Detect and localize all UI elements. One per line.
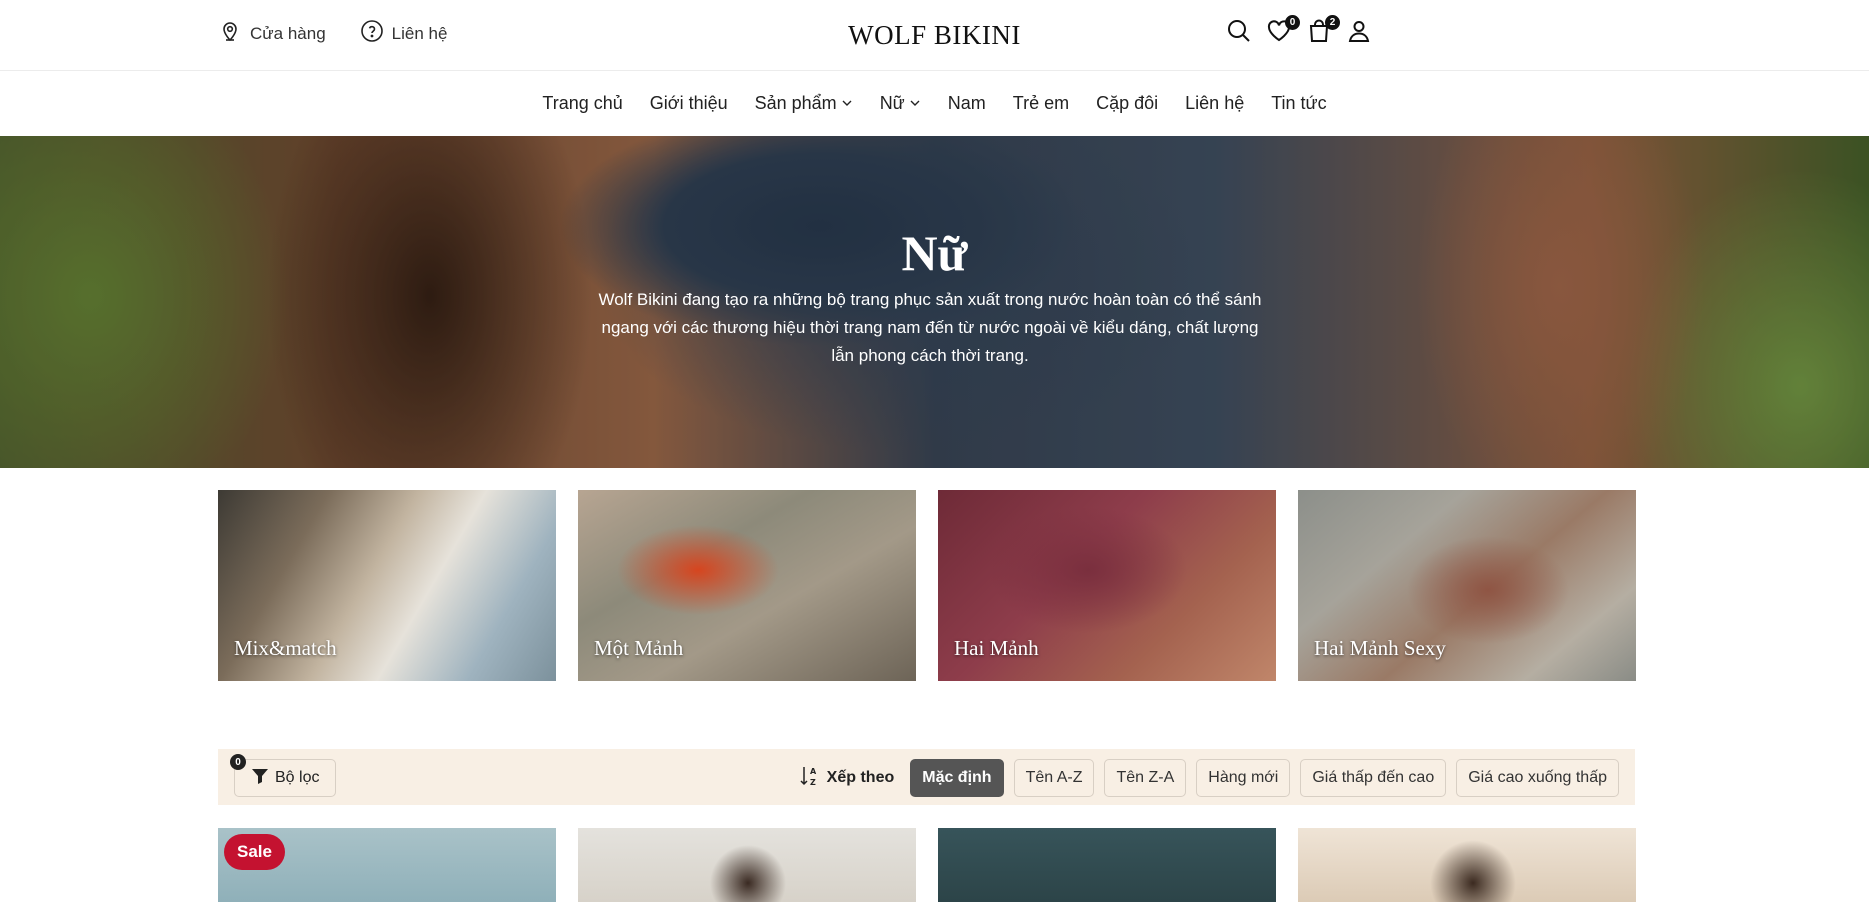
product-card[interactable] [578, 828, 916, 902]
nav-item-about[interactable]: Giới thiệu [650, 93, 728, 114]
filter-funnel-icon [251, 767, 269, 790]
nav-item-kids[interactable]: Trẻ em [1013, 93, 1069, 114]
chevron-down-icon [841, 93, 853, 114]
category-label: Hai Mảnh Sexy [1314, 636, 1446, 660]
page-title: Nữ [901, 225, 968, 281]
account-button[interactable] [1346, 18, 1372, 44]
header-actions: 0 2 [1226, 15, 1372, 44]
svg-text:Z: Z [810, 778, 816, 787]
sort-options: A Z Xếp theo Mặc định Tên A-Z Tên Z-A Hà… [799, 759, 1619, 797]
sort-option-price-asc[interactable]: Giá thấp đến cao [1300, 759, 1447, 797]
wishlist-count-badge: 0 [1285, 15, 1300, 30]
nav-item-home[interactable]: Trang chủ [542, 93, 622, 114]
chevron-down-icon [909, 93, 921, 114]
category-label: Một Mảnh [594, 636, 684, 660]
filter-sort-bar: Bộ lọc 0 A Z Xếp theo Mặc định Tên A-Z T… [218, 749, 1635, 805]
hero-description: Wolf Bikini đang tạo ra những bộ trang p… [598, 290, 1262, 365]
nav-item-news[interactable]: Tin tức [1271, 93, 1326, 114]
search-button[interactable] [1226, 18, 1252, 44]
nav-item-label: Sản phẩm [754, 92, 837, 113]
site-logo[interactable]: WOLF BIKINI [0, 20, 1869, 51]
sort-label-text: Xếp theo [826, 769, 895, 786]
nav-item-label: Tin tức [1271, 92, 1327, 113]
heart-icon [1266, 20, 1292, 48]
nav-item-label: Trang chủ [542, 92, 623, 113]
nav-item-women[interactable]: Nữ [880, 93, 921, 114]
product-card[interactable]: Sale [218, 828, 556, 902]
svg-text:A: A [810, 767, 817, 776]
cart-button[interactable]: 2 [1306, 15, 1340, 44]
nav-item-label: Giới thiệu [649, 92, 728, 113]
nav-item-products[interactable]: Sản phẩm [755, 93, 853, 114]
nav-item-contact[interactable]: Liên hệ [1185, 93, 1244, 114]
category-card-mix-match[interactable]: Mix&match [218, 490, 556, 681]
product-card[interactable] [1298, 828, 1636, 902]
filter-button-label: Bộ lọc [275, 769, 320, 786]
sort-option-name-asc[interactable]: Tên A-Z [1013, 759, 1095, 797]
main-nav: Trang chủ Giới thiệu Sản phẩm Nữ Nam Trẻ… [0, 71, 1869, 135]
sort-option-name-desc[interactable]: Tên Z-A [1104, 759, 1187, 797]
top-header: Cửa hàng Liên hệ WOLF BIKINI 0 2 [0, 0, 1869, 71]
nav-item-label: Cặp đôi [1096, 92, 1159, 113]
category-card-two-piece[interactable]: Hai Mảnh [938, 490, 1276, 681]
shopping-bag-icon [1306, 19, 1332, 48]
hero-banner: Nữ Wolf Bikini đang tạo ra những bộ tran… [0, 136, 1869, 468]
sort-option-default[interactable]: Mặc định [910, 759, 1004, 797]
filter-button[interactable]: Bộ lọc [234, 759, 337, 797]
category-card-two-piece-sexy[interactable]: Hai Mảnh Sexy [1298, 490, 1636, 681]
category-grid: Mix&match Một Mảnh Hai Mảnh Hai Mảnh Sex… [218, 490, 1636, 681]
wishlist-button[interactable]: 0 [1266, 15, 1300, 44]
category-label: Mix&match [234, 636, 337, 660]
sort-option-price-desc[interactable]: Giá cao xuống thấp [1456, 759, 1619, 797]
sale-badge: Sale [224, 834, 285, 870]
category-label: Hai Mảnh [954, 636, 1039, 660]
sort-az-icon: A Z [799, 764, 821, 793]
filter-count-badge: 0 [230, 754, 246, 770]
nav-item-men[interactable]: Nam [948, 93, 986, 114]
cart-count-badge: 2 [1325, 15, 1340, 30]
nav-item-label: Nam [947, 92, 986, 113]
user-icon [1346, 21, 1372, 48]
nav-item-label: Nữ [879, 92, 905, 113]
nav-item-label: Liên hệ [1185, 92, 1245, 113]
sort-option-newest[interactable]: Hàng mới [1196, 759, 1291, 797]
nav-item-couples[interactable]: Cặp đôi [1096, 93, 1158, 114]
category-card-one-piece[interactable]: Một Mảnh [578, 490, 916, 681]
nav-item-label: Trẻ em [1012, 92, 1070, 113]
search-icon [1226, 20, 1252, 48]
product-card[interactable] [938, 828, 1276, 902]
product-grid: Sale [218, 828, 1636, 902]
sort-label: A Z Xếp theo [799, 764, 895, 793]
